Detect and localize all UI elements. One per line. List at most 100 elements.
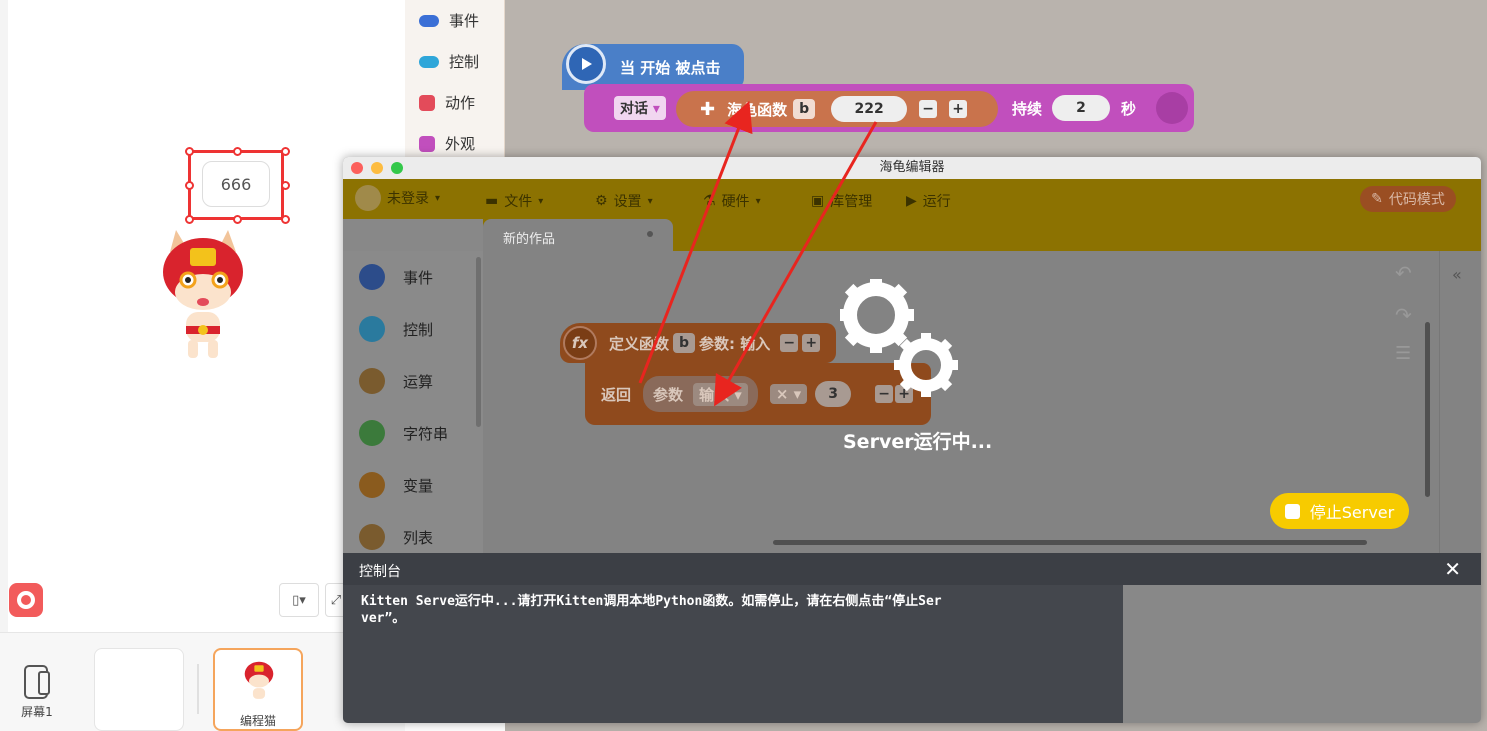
editor-category-control[interactable]: 控制 bbox=[343, 303, 483, 355]
minimize-window-button[interactable] bbox=[371, 162, 383, 174]
login-menu[interactable]: 未登录 ▾ bbox=[355, 185, 440, 211]
server-status-text: Server运行中... bbox=[843, 431, 993, 453]
tab-strip: 新的作品 bbox=[483, 219, 1481, 251]
duration-input[interactable]: 2 bbox=[1052, 95, 1110, 121]
ghost-icon bbox=[419, 94, 435, 111]
category-label: 事件 bbox=[403, 268, 434, 287]
close-icon[interactable]: ✕ bbox=[1444, 557, 1461, 581]
sprite-card-cat[interactable]: 编程猫 bbox=[213, 648, 303, 731]
category-label: 运算 bbox=[403, 372, 434, 391]
toggle-icon bbox=[419, 14, 439, 27]
screen-label: 屏幕1 bbox=[21, 705, 53, 719]
define-function-block[interactable]: fx 定义函数 b 参数: 输入 − + bbox=[560, 323, 836, 363]
turtle-function-block[interactable]: ✚ 海龟函数 b 222 − + bbox=[676, 91, 998, 127]
settings-label: 设置 bbox=[613, 194, 642, 210]
settings-menu[interactable]: ⚙ 设置 ▾ bbox=[595, 191, 653, 211]
unsaved-dot-icon bbox=[647, 231, 653, 237]
canvas-vertical-scrollbar[interactable] bbox=[1425, 322, 1430, 497]
turtle-editor-window: 海龟编辑器 未登录 ▾ ▬ 文件 ▾ ⚙ 设置 ▾ ⚗ 硬件 ▾ ▣ 库管理 ▶ 运行 … bbox=[343, 157, 1481, 723]
category-label: 控制 bbox=[403, 320, 434, 339]
hat-block-label: 当 开始 被点击 bbox=[620, 58, 721, 77]
run-button[interactable]: ▶ 运行 bbox=[906, 191, 951, 211]
resize-handle[interactable] bbox=[233, 147, 242, 156]
tablet-icon bbox=[24, 665, 50, 699]
screen-tab[interactable]: 屏幕1 bbox=[10, 664, 64, 720]
gamepad-icon bbox=[419, 55, 439, 68]
resize-handle[interactable] bbox=[185, 181, 194, 190]
plus-button[interactable]: + bbox=[949, 100, 968, 118]
window-title: 海龟编辑器 bbox=[879, 160, 945, 175]
category-events[interactable]: 事件 bbox=[405, 0, 504, 41]
library-button[interactable]: ▣ 库管理 bbox=[811, 191, 872, 211]
editor-category-variables[interactable]: 变量 bbox=[343, 459, 483, 511]
function-param: b bbox=[793, 99, 816, 119]
tab-label: 新的作品 bbox=[503, 232, 556, 247]
undo-icon[interactable]: ↶ bbox=[1395, 261, 1412, 285]
loading-gears-icon bbox=[840, 279, 958, 397]
selection-box[interactable] bbox=[185, 147, 290, 224]
return-label: 返回 bbox=[601, 385, 632, 404]
category-control[interactable]: 控制 bbox=[405, 41, 504, 82]
resize-handle[interactable] bbox=[281, 215, 290, 224]
record-icon bbox=[17, 591, 35, 609]
cat-sprite[interactable] bbox=[158, 222, 248, 362]
minus-button[interactable]: − bbox=[780, 334, 799, 352]
param-reporter[interactable]: 参数 输入 ▾ bbox=[643, 376, 758, 412]
input-dropdown[interactable]: 输入 ▾ bbox=[693, 382, 748, 406]
sidebar-scrollbar[interactable] bbox=[476, 257, 481, 427]
align-icon[interactable]: ☰ bbox=[1395, 343, 1411, 364]
redo-icon[interactable]: ↷ bbox=[1395, 303, 1412, 327]
close-window-button[interactable] bbox=[351, 162, 363, 174]
define-label: 定义函数 bbox=[609, 334, 670, 353]
gear-icon: ⚙ bbox=[595, 193, 608, 209]
login-label: 未登录 bbox=[387, 191, 429, 207]
library-icon: ▣ bbox=[811, 193, 825, 209]
sprite-card-empty[interactable] bbox=[94, 648, 184, 731]
category-label: 控制 bbox=[449, 53, 480, 71]
duration-label: 持续 bbox=[1012, 100, 1043, 118]
record-button[interactable] bbox=[9, 583, 43, 617]
category-label: 变量 bbox=[403, 476, 434, 495]
console-title: 控制台 bbox=[359, 564, 401, 580]
gamepad-icon bbox=[359, 316, 385, 342]
resize-handle[interactable] bbox=[281, 147, 290, 156]
category-label: 列表 bbox=[403, 528, 434, 547]
say-dropdown[interactable]: 对话 ▾ bbox=[614, 96, 666, 120]
category-motion[interactable]: 动作 bbox=[405, 82, 504, 123]
console-line: ver”。 bbox=[361, 611, 406, 626]
avatar bbox=[355, 185, 381, 211]
hardware-menu[interactable]: ⚗ 硬件 ▾ bbox=[703, 191, 761, 211]
device-select[interactable]: ▯▾ bbox=[279, 583, 319, 617]
category-label: 外观 bbox=[445, 135, 476, 153]
minus-button[interactable]: − bbox=[919, 100, 938, 118]
canvas-horizontal-scrollbar[interactable] bbox=[773, 540, 1367, 545]
define-param: b bbox=[673, 333, 696, 353]
editor-category-strings[interactable]: 字符串 bbox=[343, 407, 483, 459]
code-mode-button[interactable]: ✎ 代码模式 bbox=[1360, 186, 1456, 212]
editor-category-operators[interactable]: 运算 bbox=[343, 355, 483, 407]
stop-server-button[interactable]: 停止Server bbox=[1270, 493, 1409, 529]
resize-handle[interactable] bbox=[185, 147, 194, 156]
param-label: 参数 bbox=[653, 385, 684, 404]
stop-icon bbox=[1284, 503, 1300, 519]
play-icon bbox=[566, 44, 606, 84]
file-menu[interactable]: ▬ 文件 ▾ bbox=[485, 191, 543, 211]
puzzle-icon: ✚ bbox=[700, 98, 716, 120]
args-label: 参数: 输入 bbox=[699, 334, 771, 353]
resize-handle[interactable] bbox=[281, 181, 290, 190]
function-value-input[interactable]: 222 bbox=[831, 96, 908, 122]
editor-category-events[interactable]: 事件 bbox=[343, 251, 483, 303]
list-icon bbox=[359, 524, 385, 550]
collapse-icon[interactable]: « bbox=[1452, 265, 1462, 284]
operator-dropdown[interactable]: × ▾ bbox=[769, 384, 808, 404]
run-label: 运行 bbox=[922, 194, 951, 210]
pencil-icon: ✎ bbox=[1371, 191, 1383, 207]
maximize-window-button[interactable] bbox=[391, 162, 403, 174]
tab-new-project[interactable]: 新的作品 bbox=[483, 219, 673, 251]
category-label: 字符串 bbox=[403, 424, 449, 443]
category-label: 动作 bbox=[445, 94, 476, 112]
function-label: 海龟函数 bbox=[727, 100, 788, 119]
file-label: 文件 bbox=[504, 194, 533, 210]
string-icon bbox=[359, 420, 385, 446]
plus-button[interactable]: + bbox=[802, 334, 821, 352]
